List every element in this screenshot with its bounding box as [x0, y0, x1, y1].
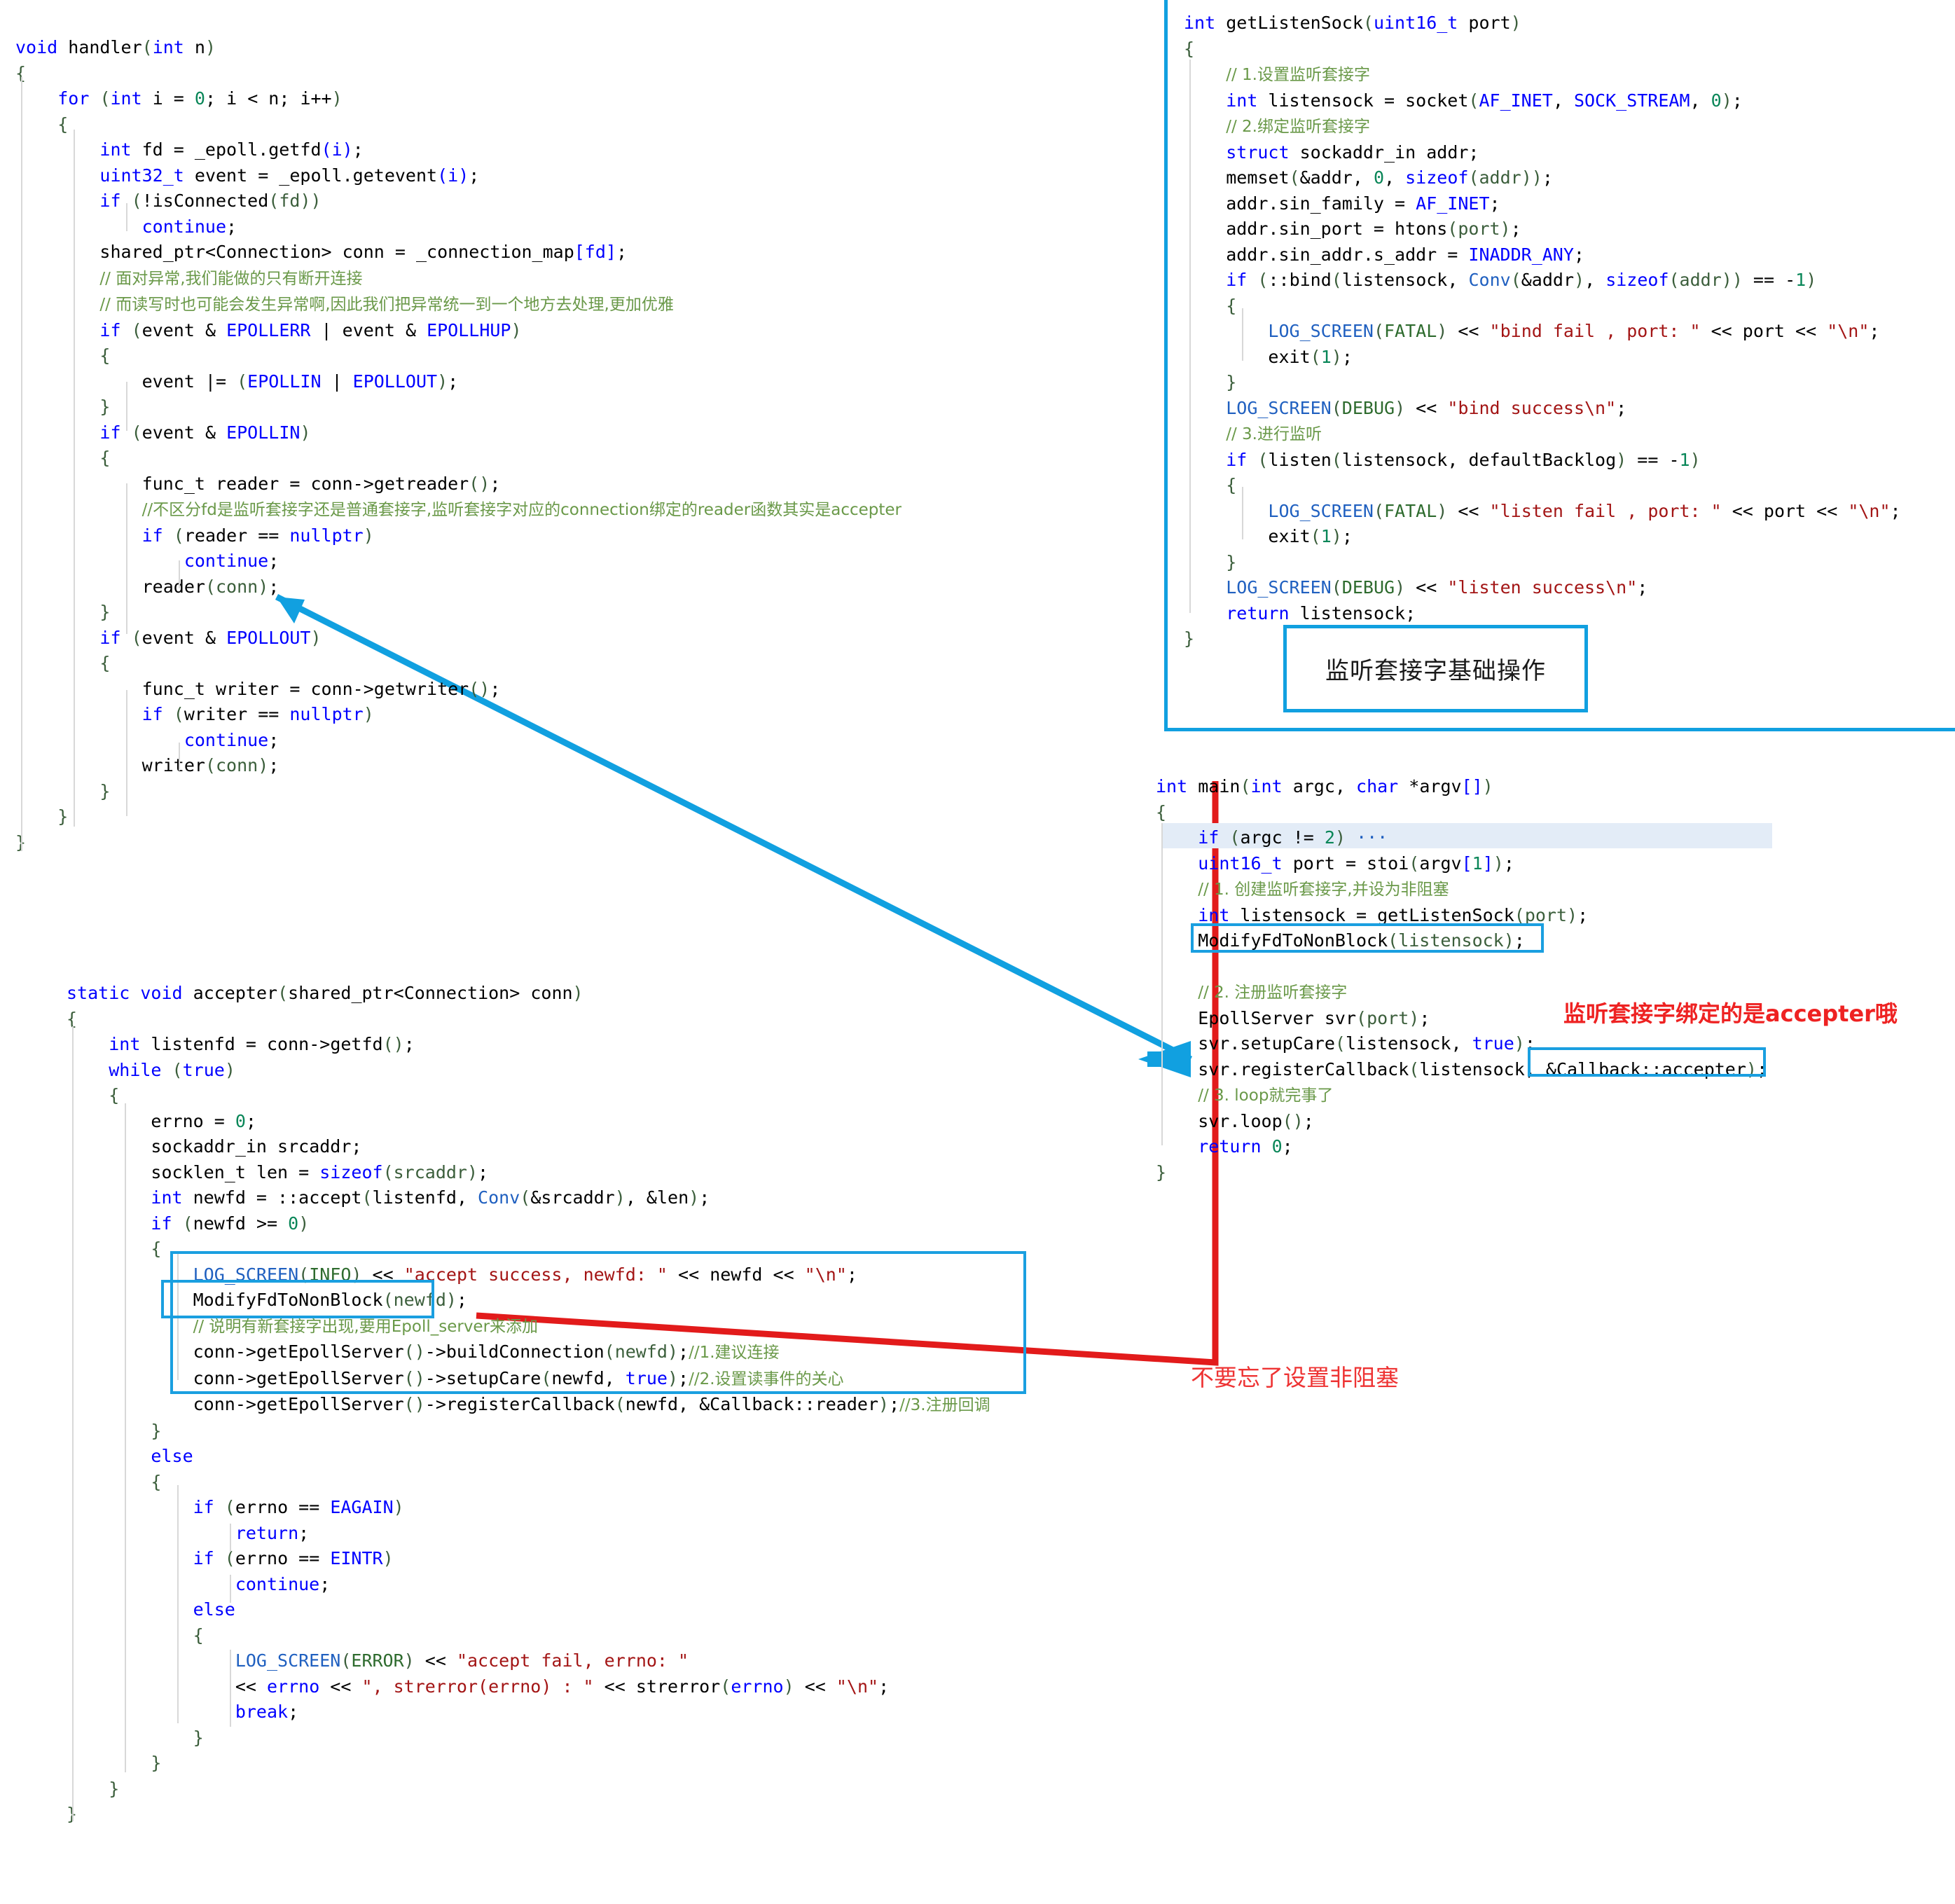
indent-guide: [230, 1650, 231, 1727]
accepter-binding-note: 监听套接字绑定的是accepter哦: [1563, 1000, 1898, 1027]
modifyfd-newfd-highlight-box: [161, 1280, 434, 1318]
indent-guide: [230, 1575, 231, 1603]
handler-code-text: void handler(int n) { for (int i = 0; i …: [15, 37, 902, 853]
listen-socket-basic-ops-text: 监听套接字基础操作: [1325, 657, 1546, 685]
indent-guide: [1189, 60, 1191, 613]
indent-guide: [177, 1485, 179, 1723]
indent-guide: [1242, 487, 1243, 539]
indent-guide: [126, 382, 127, 431]
indent-guide: [126, 483, 127, 634]
indent-guide: [179, 743, 180, 771]
modifyfd-listensock-highlight-box: [1191, 923, 1544, 953]
indent-guide: [125, 1103, 126, 1772]
indent-guide: [179, 560, 180, 588]
accept-success-block-box: [170, 1251, 1026, 1394]
accepter-code-text: static void accepter(shared_ptr<Connecti…: [67, 983, 990, 1824]
handler-code-block: void handler(int n) { for (int i = 0; i …: [15, 35, 901, 855]
getlistensock-code-block: int getListenSock(uint16_t port) { // 1.…: [1184, 11, 1901, 652]
main-code-block: int main(int argc, char *argv[]) { if (a…: [1156, 774, 1767, 1185]
nonblock-note: 不要忘了设置非阻塞: [1191, 1364, 1399, 1391]
indent-guide: [74, 130, 75, 827]
indent-guide: [1161, 823, 1163, 1145]
main-code-text: int main(int argc, char *argv[]) { if (a…: [1156, 776, 1768, 1182]
getlistensock-code-text: int getListenSock(uint16_t port) { // 1.…: [1184, 13, 1901, 649]
callback-accepter-highlight-box: [1528, 1047, 1766, 1077]
listen-socket-basic-ops-note: 监听套接字基础操作: [1283, 625, 1588, 712]
indent-guide: [21, 77, 22, 851]
indent-guide: [72, 1026, 74, 1821]
accepter-code-block: static void accepter(shared_ptr<Connecti…: [67, 981, 990, 1828]
indent-guide: [126, 690, 127, 816]
indent-guide: [230, 1524, 231, 1552]
indent-guide: [1242, 308, 1243, 361]
indent-guide: [126, 203, 127, 231]
